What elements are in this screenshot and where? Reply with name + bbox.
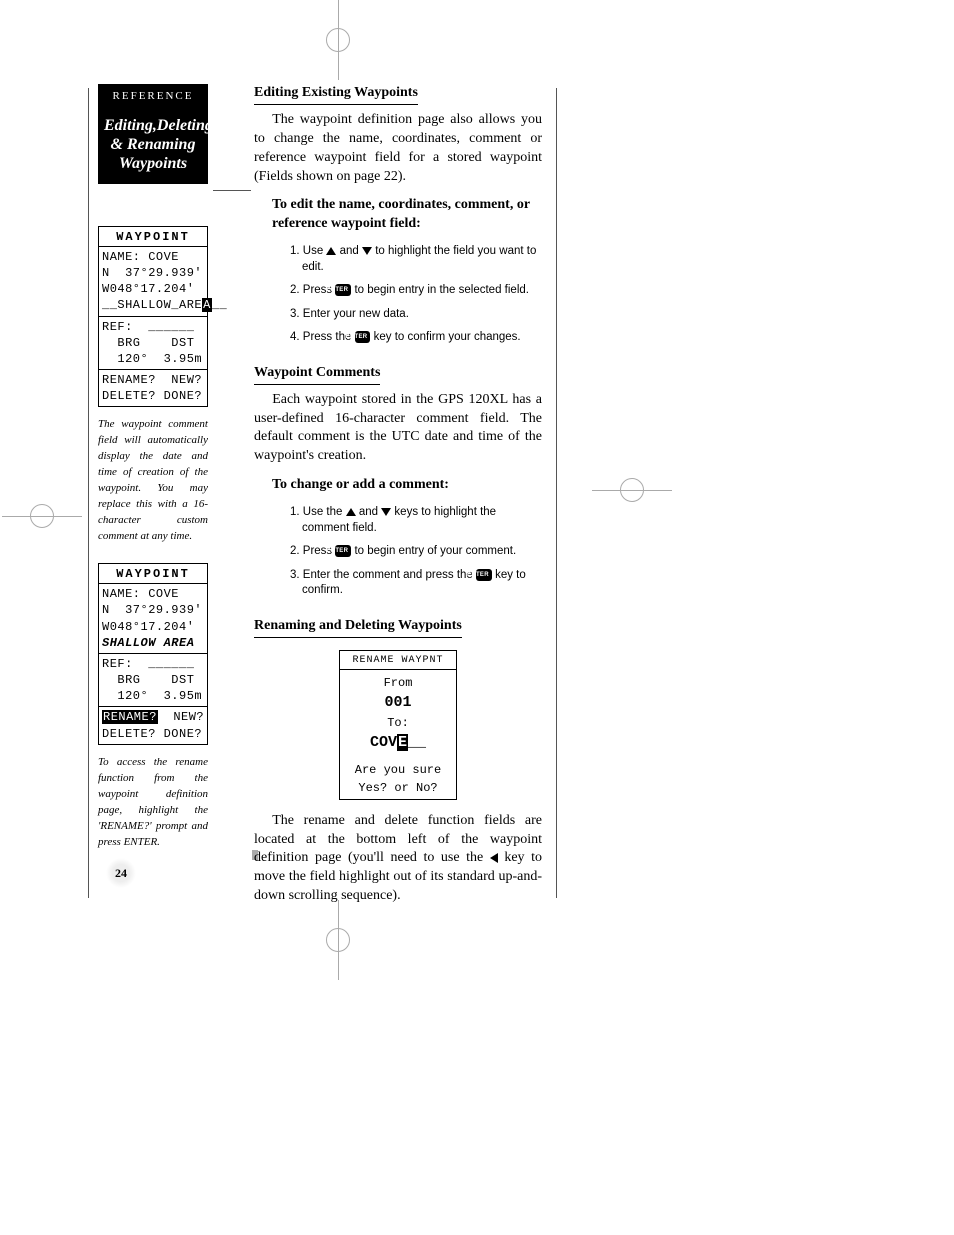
page: REFERENCE Editing,Deleting & Renaming Wa… bbox=[98, 84, 542, 916]
lcd2-ref: REF: ______ bbox=[102, 656, 204, 672]
rename-from-label: From bbox=[344, 674, 452, 692]
page-number-badge: 24 bbox=[106, 858, 136, 888]
rename-q2: Yes? or No? bbox=[344, 779, 452, 797]
down-arrow-icon bbox=[362, 247, 372, 255]
step-1-4: 4. Press the ENTER key to confirm your c… bbox=[290, 330, 542, 346]
lead-change-comment: To change or add a comment: bbox=[272, 476, 542, 495]
rename-to-label: To: bbox=[344, 714, 452, 732]
steps-edit: 1. Use and to highlight the field you wa… bbox=[272, 244, 542, 346]
para-editing: The waypoint definition page also allows… bbox=[254, 111, 542, 187]
crop-mark-right bbox=[620, 478, 644, 502]
lcd2-name: NAME: COVE bbox=[102, 586, 204, 602]
sidebar-title-l1: Editing,Deleting bbox=[104, 117, 213, 134]
sidebar-title-l3: Waypoints bbox=[119, 155, 187, 172]
lcd1-name: NAME: COVE bbox=[102, 249, 204, 265]
page-number: 24 bbox=[115, 866, 127, 881]
lcd2-lat: N 37°29.939' bbox=[102, 602, 204, 618]
lcd2-brg-hdr: BRG DST bbox=[102, 672, 204, 688]
lcd2-brg-val: 120° 3.95m bbox=[102, 688, 204, 704]
rename-to-val: COVE__ bbox=[344, 732, 452, 755]
step-1-3: 3. Enter your new data. bbox=[290, 307, 542, 323]
enter-key-icon: ENTER bbox=[476, 569, 492, 581]
rename-from-val: 001 bbox=[344, 692, 452, 715]
enter-key-icon: ENTER bbox=[335, 284, 351, 296]
step-2-3: 3. Enter the comment and press the ENTER… bbox=[290, 568, 542, 599]
lcd2-comment: SHALLOW AREA bbox=[102, 635, 204, 651]
lcd1-brg-hdr: BRG DST bbox=[102, 335, 204, 351]
crop-mark-left bbox=[30, 504, 54, 528]
up-arrow-icon bbox=[326, 247, 336, 255]
rename-q1: Are you sure bbox=[344, 761, 452, 779]
main-column: Editing Existing Waypoints The waypoint … bbox=[254, 84, 542, 906]
rename-lcd-header: RENAME WAYPNT bbox=[340, 651, 456, 670]
lcd-screenshot-2: WAYPOINT NAME: COVE N 37°29.939' W048°17… bbox=[98, 563, 208, 745]
rename-lcd: RENAME WAYPNT From 001 To: COVE__ Are yo… bbox=[339, 650, 457, 800]
rule-left bbox=[88, 88, 89, 898]
step-1-2: 2. Press ENTER to begin entry in the sel… bbox=[290, 283, 542, 299]
steps-comment: 1. Use the and keys to highlight the com… bbox=[272, 505, 542, 599]
lcd2-rename-highlight: RENAME? bbox=[102, 710, 158, 724]
left-arrow-icon bbox=[490, 853, 498, 863]
down-arrow-icon bbox=[381, 508, 391, 516]
heading-comments: Waypoint Comments bbox=[254, 364, 380, 385]
sidebar-title: Editing,Deleting & Renaming Waypoints bbox=[98, 112, 208, 184]
step-1-1: 1. Use and to highlight the field you wa… bbox=[290, 244, 542, 275]
heading-editing: Editing Existing Waypoints bbox=[254, 84, 418, 105]
lcd2-lon: W048°17.204' bbox=[102, 619, 204, 635]
reference-label: REFERENCE bbox=[98, 84, 208, 112]
enter-key-icon: ENTER bbox=[355, 331, 371, 343]
lcd1-brg-val: 120° 3.95m bbox=[102, 351, 204, 367]
lcd1-lat: N 37°29.939' bbox=[102, 265, 204, 281]
step-2-1: 1. Use the and keys to highlight the com… bbox=[290, 505, 542, 536]
lcd2-header: WAYPOINT bbox=[99, 566, 207, 584]
lcd2-bottom1: RENAME? NEW? bbox=[102, 709, 204, 725]
para-rename-delete: The rename and delete function fields ar… bbox=[254, 812, 542, 906]
lcd2-bottom2: DELETE? DONE? bbox=[102, 726, 204, 742]
enter-key-icon: ENTER bbox=[335, 545, 351, 557]
para-comments: Each waypoint stored in the GPS 120XL ha… bbox=[254, 391, 542, 467]
lcd1-lon: W048°17.204' bbox=[102, 281, 204, 297]
caption-2: To access the rename function from the w… bbox=[98, 755, 208, 851]
caption-1: The waypoint comment field will automati… bbox=[98, 417, 208, 545]
rule-right bbox=[556, 88, 557, 898]
step-2-2: 2. Press ENTER to begin entry of your co… bbox=[290, 544, 542, 560]
crop-mark-top bbox=[326, 28, 350, 52]
crop-mark-bottom bbox=[326, 928, 350, 952]
lcd1-cursor: A bbox=[202, 298, 212, 312]
up-arrow-icon bbox=[346, 508, 356, 516]
heading-rename-delete: Renaming and Deleting Waypoints bbox=[254, 617, 462, 638]
lcd1-ref: REF: ______ bbox=[102, 319, 204, 335]
lcd-screenshot-1: WAYPOINT NAME: COVE N 37°29.939' W048°17… bbox=[98, 226, 208, 408]
sidebar: REFERENCE Editing,Deleting & Renaming Wa… bbox=[98, 84, 208, 850]
sidebar-title-l2: & Renaming bbox=[111, 136, 196, 153]
lcd1-comment: __SHALLOW_AREA__ bbox=[102, 297, 204, 313]
lcd1-header: WAYPOINT bbox=[99, 229, 207, 247]
lcd1-bottom2: DELETE? DONE? bbox=[102, 388, 204, 404]
lcd1-bottom1: RENAME? NEW? bbox=[102, 372, 204, 388]
rename-cursor: E bbox=[397, 734, 408, 751]
lead-edit-fields: To edit the name, coordinates, comment, … bbox=[272, 196, 542, 234]
